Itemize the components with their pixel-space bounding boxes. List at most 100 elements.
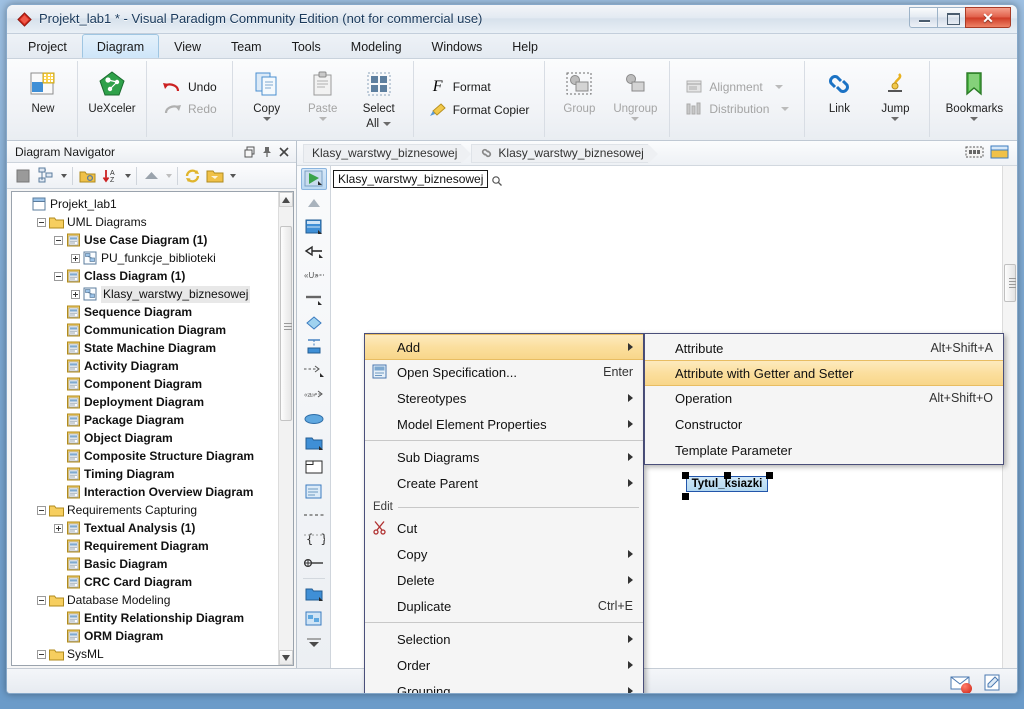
tree-node[interactable]: PU_funkcje_biblioteki [14, 249, 293, 267]
undo-button[interactable]: Undo [157, 76, 222, 98]
tree-node[interactable]: Component Diagram [14, 375, 293, 393]
tree-node[interactable]: Timing Diagram [14, 465, 293, 483]
tree-node[interactable]: Deployment Diagram [14, 393, 293, 411]
tree-node[interactable]: Package Diagram [14, 411, 293, 429]
diagram-hierarchy-icon[interactable] [35, 165, 57, 187]
search-icon[interactable] [491, 175, 503, 190]
folder-dropdown-icon[interactable] [227, 165, 238, 187]
paste-button[interactable]: Paste [295, 63, 351, 121]
collapse-dropdown-icon[interactable] [163, 165, 174, 187]
maximize-button[interactable] [937, 7, 966, 28]
template-tool-icon[interactable]: { } [301, 528, 327, 550]
minimize-button[interactable] [909, 7, 938, 28]
tree-node[interactable]: Block Definition Diagram [14, 663, 293, 666]
tree-node[interactable]: Requirements Capturing [14, 501, 293, 519]
close-button[interactable]: ✕ [965, 7, 1011, 28]
tree-expand-icon[interactable] [69, 253, 82, 263]
menu-item-delete[interactable]: Delete [365, 567, 643, 593]
tree-collapse-icon[interactable] [35, 217, 48, 227]
new-button[interactable]: New [15, 63, 71, 116]
select-all-button[interactable]: Select All [351, 63, 407, 131]
tree-node[interactable]: UML Diagrams [14, 213, 293, 231]
context-menu[interactable]: Add Open Specification... Enter Stereotypes… [364, 333, 644, 693]
open-diagram-icon[interactable] [990, 144, 1009, 163]
selection-handle-tl[interactable] [682, 472, 689, 479]
menu-item-sub-diagrams[interactable]: Sub Diagrams [365, 444, 643, 470]
note-edit-icon[interactable] [981, 673, 1003, 691]
jump-dropdown-icon[interactable] [891, 117, 900, 121]
bookmarks-dropdown-icon[interactable] [970, 117, 979, 121]
menu-help[interactable]: Help [497, 34, 553, 58]
interface-tool-icon[interactable] [301, 336, 327, 358]
canvas-scroll-thumb[interactable] [1004, 264, 1016, 302]
frame-tool-icon[interactable] [301, 456, 327, 478]
tree-node[interactable]: Requirement Diagram [14, 537, 293, 555]
tree-node[interactable]: Communication Diagram [14, 321, 293, 339]
folder-tool-icon[interactable] [301, 583, 327, 605]
menu-item-attribute-with-getter-and-setter[interactable]: Attribute with Getter and Setter [645, 360, 1003, 386]
menu-modeling[interactable]: Modeling [336, 34, 417, 58]
diagram-palette[interactable]: «U» «a» { } [297, 166, 331, 668]
tree-node[interactable]: Interaction Overview Diagram [14, 483, 293, 501]
selection-handle-tc[interactable] [724, 472, 731, 479]
filmstrip-icon[interactable] [965, 144, 984, 163]
menu-item-copy[interactable]: Copy [365, 541, 643, 567]
breadcrumb-item-1[interactable]: Klasy_warstwy_biznesowej [303, 143, 472, 164]
menu-team[interactable]: Team [216, 34, 277, 58]
tree-node[interactable]: Class Diagram (1) [14, 267, 293, 285]
tree-node[interactable]: Entity Relationship Diagram [14, 609, 293, 627]
note-tool-icon[interactable] [301, 480, 327, 502]
navigator-tree[interactable]: Projekt_lab1 UML Diagrams Use Case Diagram… [12, 192, 293, 666]
mail-icon[interactable] [949, 673, 972, 693]
tree-collapse-icon[interactable] [52, 235, 65, 245]
subdiagram-tool-icon[interactable] [301, 607, 327, 629]
collapse-up-icon[interactable] [140, 165, 162, 187]
menu-item-add[interactable]: Add [365, 334, 643, 360]
close-icon[interactable] [275, 144, 292, 160]
menu-windows[interactable]: Windows [417, 34, 498, 58]
menu-item-constructor[interactable]: Constructor [645, 411, 1003, 437]
jump-button[interactable]: Jump [867, 63, 923, 121]
ellipse-tool-icon[interactable] [301, 408, 327, 430]
bookmarks-button[interactable]: Bookmarks [936, 63, 1012, 121]
tree-collapse-icon[interactable] [35, 505, 48, 515]
menu-item-template-parameter[interactable]: Template Parameter [645, 437, 1003, 463]
tree-scroll-down-arrow[interactable] [279, 650, 293, 665]
selection-handle-tr[interactable] [766, 472, 773, 479]
tree-node[interactable]: Use Case Diagram (1) [14, 231, 293, 249]
canvas-vertical-scrollbar[interactable] [1002, 166, 1017, 668]
dashed-line-tool-icon[interactable] [301, 504, 327, 526]
tree-scrollbar[interactable] [278, 192, 293, 665]
tree-node[interactable]: ORM Diagram [14, 627, 293, 645]
menu-item-selection[interactable]: Selection [365, 626, 643, 652]
pin-icon[interactable] [258, 144, 275, 160]
sort-az-icon[interactable]: A Z [99, 165, 121, 187]
tree-node[interactable]: State Machine Diagram [14, 339, 293, 357]
tree-node[interactable]: SysML [14, 645, 293, 663]
link-button[interactable]: Link [811, 63, 867, 116]
diagram-name-field[interactable]: Klasy_warstwy_biznesowej [333, 170, 489, 188]
tree-collapse-icon[interactable] [35, 649, 48, 659]
menu-item-duplicate[interactable]: Duplicate Ctrl+E [365, 593, 643, 619]
group-button[interactable]: Group [551, 63, 607, 116]
package-tool-icon[interactable] [301, 432, 327, 454]
usage-tool-icon[interactable]: «U» [301, 264, 327, 286]
stop-icon[interactable] [12, 165, 34, 187]
menu-item-stereotypes[interactable]: Stereotypes [365, 385, 643, 411]
uexceler-button[interactable]: UeXceler [84, 63, 140, 116]
select-all-dropdown-icon[interactable] [383, 121, 392, 126]
breadcrumb-item-2[interactable]: Klasy_warstwy_biznesowej [471, 143, 659, 164]
open-folder-icon[interactable] [204, 165, 226, 187]
menu-project[interactable]: Project [13, 34, 82, 58]
ungroup-button[interactable]: Ungroup [607, 63, 663, 121]
dependency-tool-icon[interactable] [301, 360, 327, 382]
hierarchy-dropdown-icon[interactable] [58, 165, 69, 187]
more-tools-icon[interactable] [301, 631, 327, 653]
ungroup-dropdown-icon[interactable] [631, 117, 640, 121]
copy-dropdown-icon[interactable] [262, 117, 271, 121]
menu-item-operation[interactable]: Operation Alt+Shift+O [645, 385, 1003, 411]
tree-collapse-icon[interactable] [35, 595, 48, 605]
restore-icon[interactable] [241, 144, 258, 160]
menu-item-cut[interactable]: Cut [365, 515, 643, 541]
distribution-button[interactable]: Distribution [680, 98, 794, 120]
